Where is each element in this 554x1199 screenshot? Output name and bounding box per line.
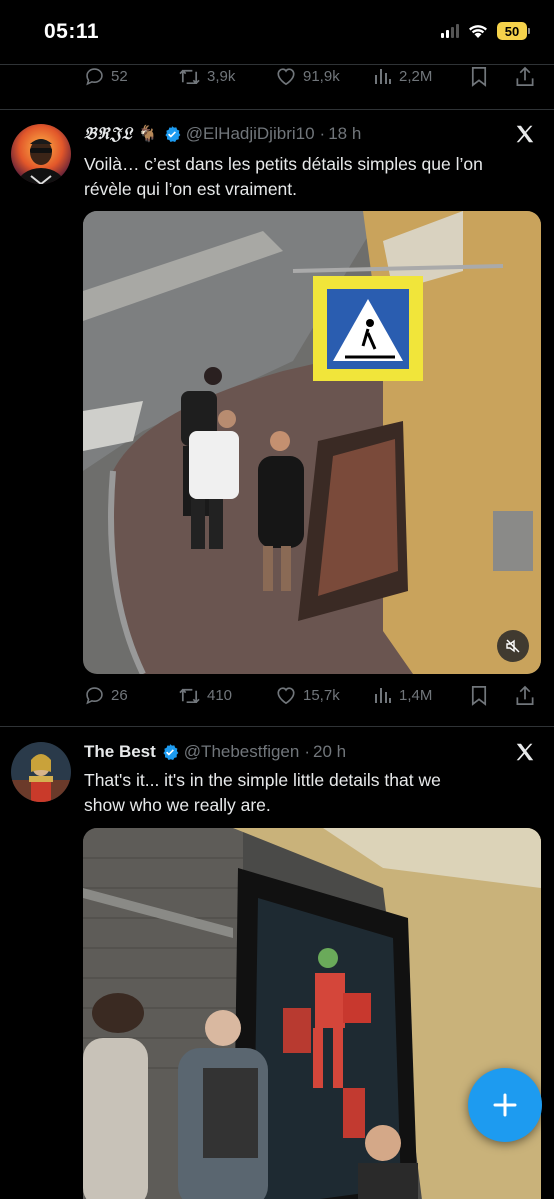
views-button[interactable]: 2,2M: [373, 66, 432, 86]
status-icons: 50: [441, 22, 530, 40]
battery-level: 50: [497, 22, 527, 40]
signal-icon: [441, 24, 459, 38]
compose-plus-icon: [493, 1093, 517, 1117]
repost-count: 3,9k: [207, 68, 236, 85]
x-logo-icon[interactable]: [514, 123, 536, 145]
handle[interactable]: @Thebestfigen: [184, 742, 300, 762]
tweet-text-line: Voilà… c’est dans les petits détails sim…: [84, 154, 483, 174]
divider: [0, 109, 554, 110]
avatar[interactable]: [11, 124, 71, 184]
divider: [0, 64, 554, 65]
reply-button[interactable]: 52: [84, 66, 128, 87]
mute-icon: [506, 639, 520, 653]
x-logo-icon[interactable]: [514, 741, 536, 763]
reply-icon: [86, 68, 103, 86]
repost-icon: [179, 688, 200, 704]
views-icon: [375, 69, 391, 84]
views-button[interactable]: 1,4M: [373, 685, 432, 705]
tweet-header: 𝔅ℜ𝔍𝔏 🐐 @ElHadjiDjibri10 · 18 h: [84, 124, 361, 144]
reply-count: 52: [111, 68, 128, 85]
repost-icon: [179, 69, 200, 85]
reply-icon: [86, 687, 103, 705]
like-count: 91,9k: [303, 67, 340, 85]
repost-button[interactable]: 3,9k: [178, 66, 235, 87]
like-count: 15,7k: [303, 686, 340, 704]
tweet-text-line: show who we really are.: [84, 795, 271, 815]
display-name[interactable]: The Best: [84, 742, 156, 762]
bookmark-button[interactable]: [470, 66, 488, 87]
timestamp: 18 h: [328, 124, 362, 143]
separator-dot: ·: [319, 124, 326, 143]
like-icon: [277, 68, 295, 86]
bookmark-icon: [471, 686, 487, 706]
mute-button[interactable]: [497, 630, 529, 662]
share-button[interactable]: [515, 685, 535, 706]
views-count: 2,2M: [399, 67, 433, 85]
like-icon: [277, 687, 295, 705]
like-button[interactable]: 91,9k: [275, 66, 340, 86]
verified-icon: [165, 126, 181, 142]
avatar[interactable]: [11, 742, 71, 802]
like-button[interactable]: 15,7k: [275, 685, 340, 705]
tweet-text-line: That's it... it's in the simple little d…: [84, 770, 441, 790]
tweet-header: The Best @Thebestfigen · 20 h: [84, 742, 346, 762]
divider: [0, 726, 554, 727]
share-icon: [516, 685, 534, 705]
reply-count: 26: [111, 687, 128, 704]
views-icon: [375, 688, 391, 703]
display-name[interactable]: 𝔅ℜ𝔍𝔏: [84, 124, 133, 144]
status-time: 05:11: [44, 20, 100, 43]
tweet-actions: 26 410 15,7k 1,4M: [0, 685, 554, 711]
tweet-text: Voilà… c’est dans les petits détails sim…: [84, 152, 514, 202]
prev-tweet-actions: 52 3,9k 91,9k 2,2M: [0, 66, 554, 92]
tweet-video[interactable]: [83, 211, 541, 674]
compose-button[interactable]: [468, 1068, 542, 1142]
views-count: 1,4M: [399, 686, 433, 704]
share-icon: [516, 66, 534, 86]
separator-dot: ·: [304, 742, 311, 761]
bookmark-icon: [471, 67, 487, 87]
repost-button[interactable]: 410: [178, 685, 232, 706]
battery-indicator: 50: [497, 22, 530, 40]
tweet-text-line: révèle qui l’on est vraiment.: [84, 179, 298, 199]
timestamp: 20 h: [313, 742, 347, 761]
verified-icon: [163, 744, 179, 760]
bookmark-button[interactable]: [470, 685, 488, 706]
repost-count: 410: [207, 687, 233, 704]
goat-emoji: 🐐: [137, 126, 158, 143]
status-bar: 05:11 50: [0, 0, 554, 62]
handle[interactable]: @ElHadjiDjibri10: [186, 124, 315, 144]
share-button[interactable]: [515, 66, 535, 87]
tweet-video[interactable]: [83, 828, 541, 1199]
tweet-text: That's it... it's in the simple little d…: [84, 768, 514, 818]
reply-button[interactable]: 26: [84, 685, 128, 706]
wifi-icon: [469, 25, 487, 38]
